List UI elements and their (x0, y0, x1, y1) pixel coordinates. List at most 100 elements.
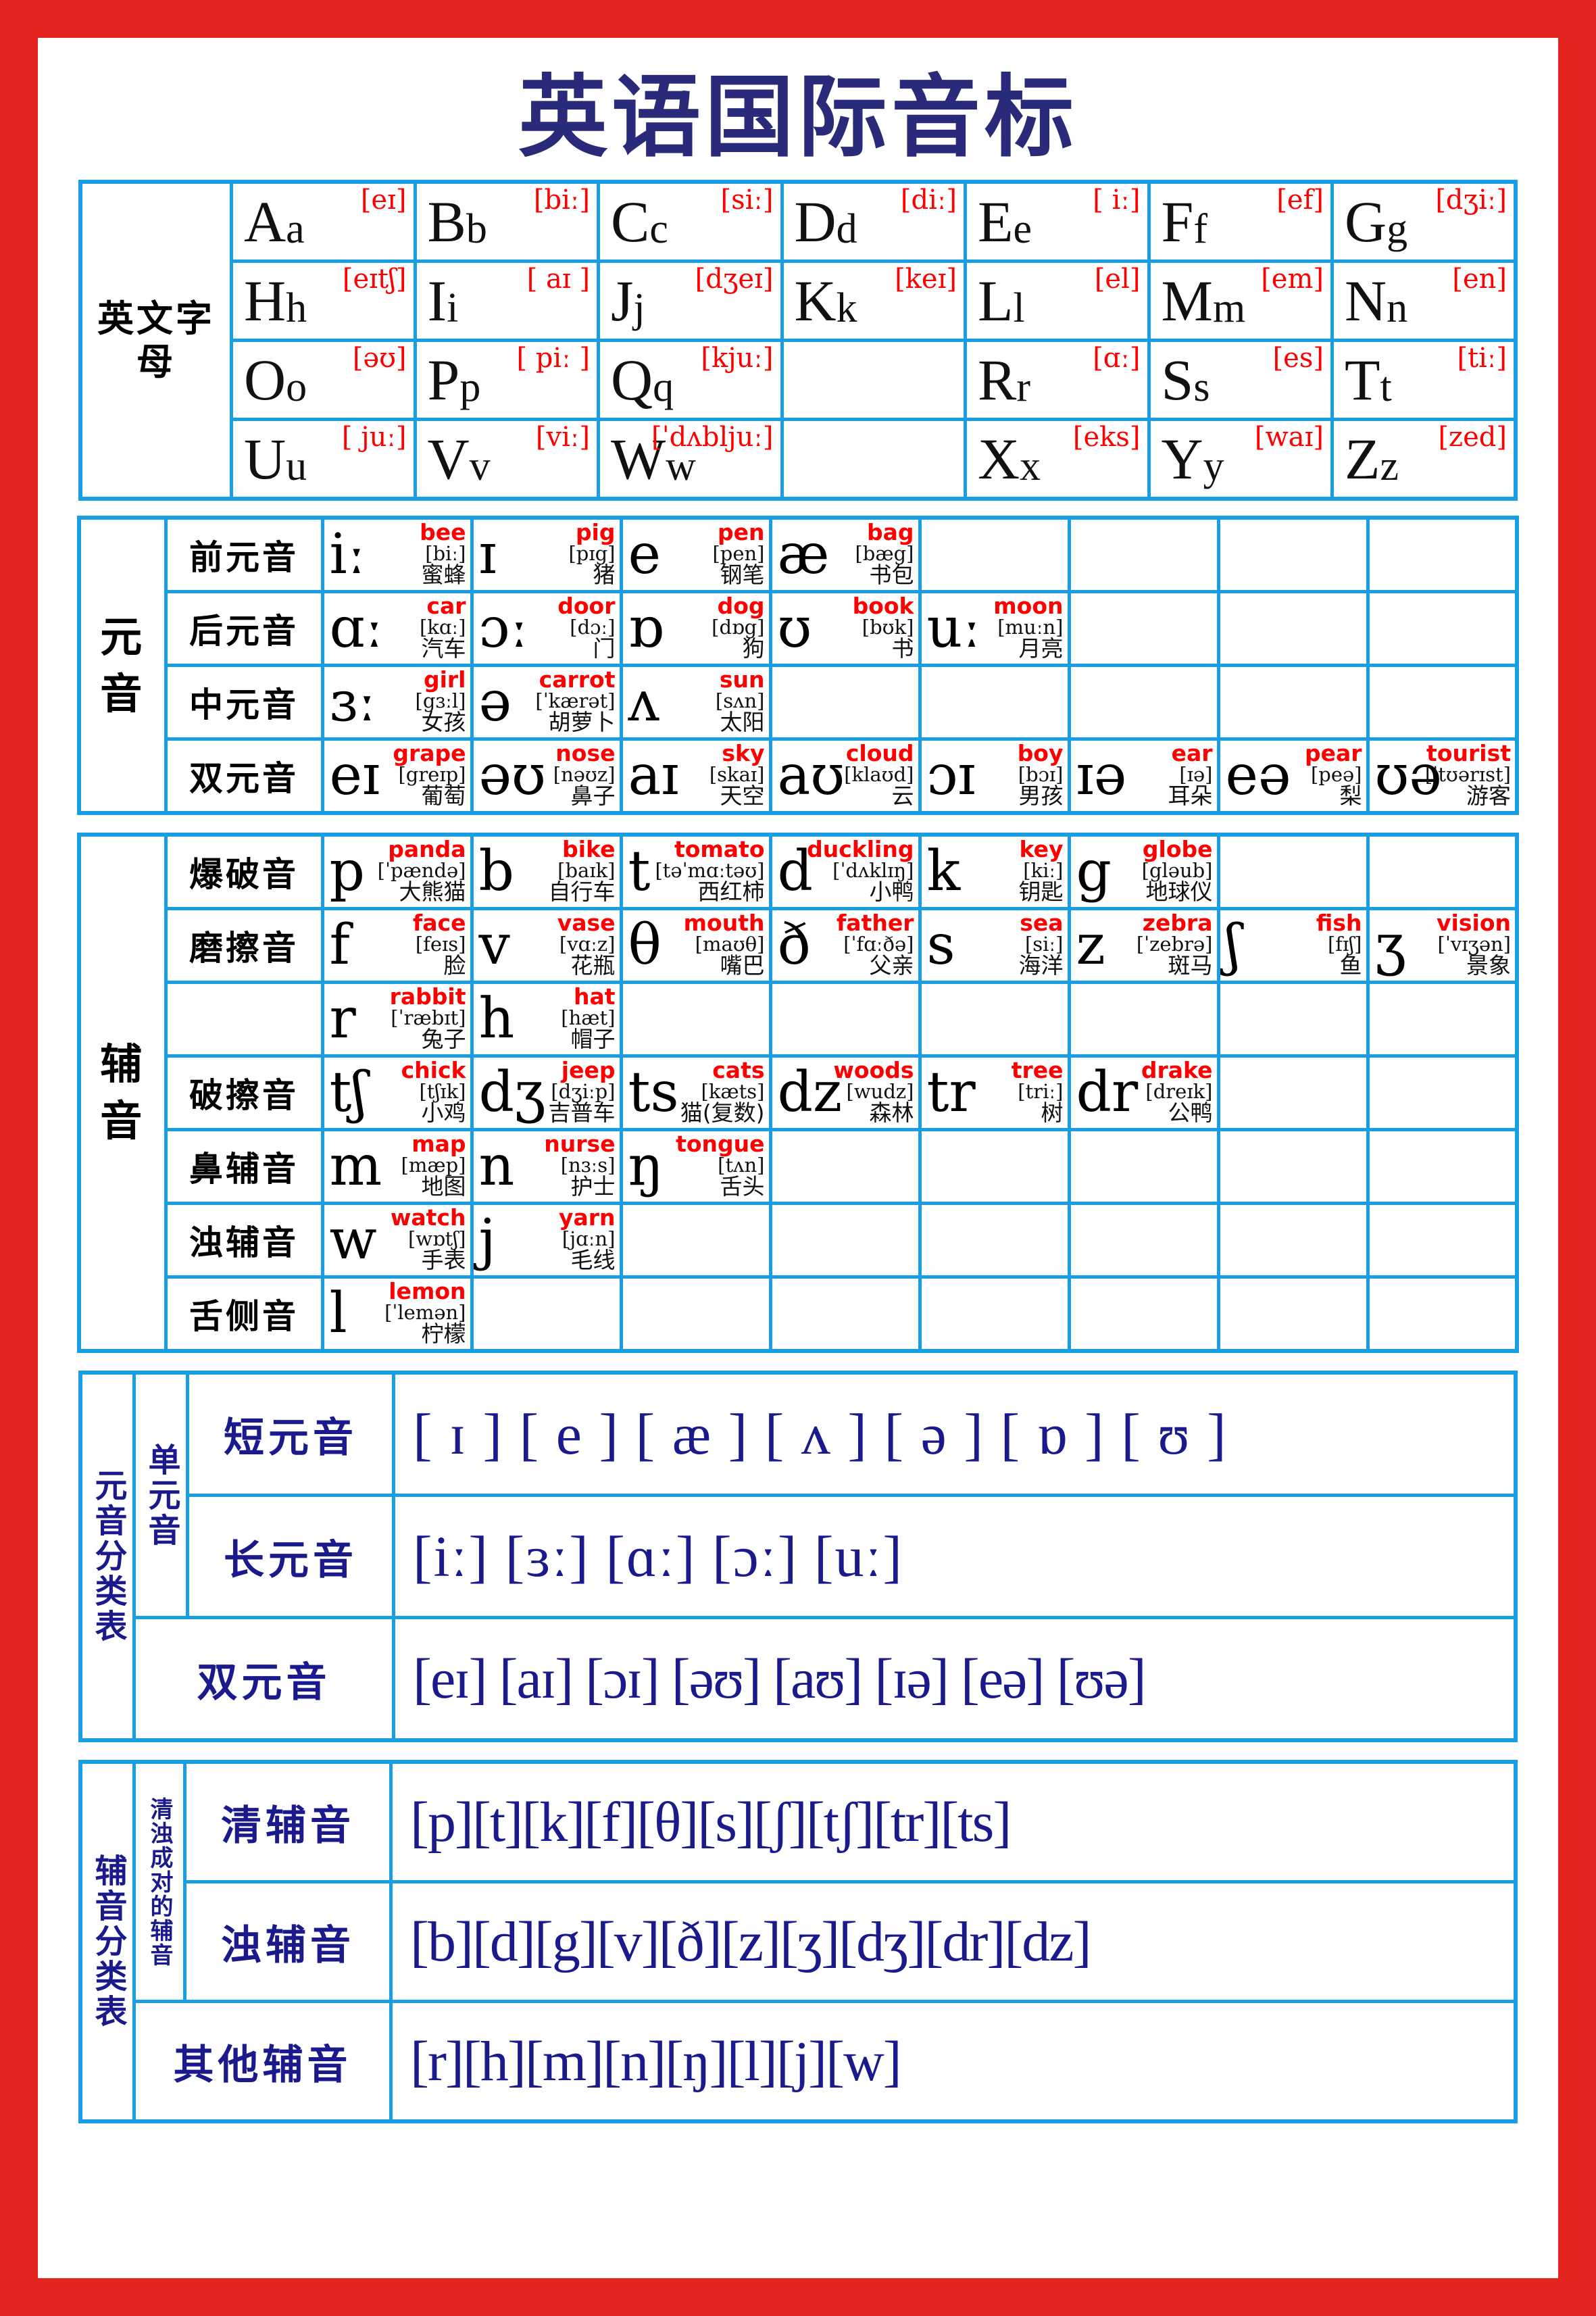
sound-cell[interactable]: ɑː car [kɑː] 汽车 (320, 590, 474, 667)
example-translation: 公鸭 (1168, 1100, 1213, 1127)
sound-cell[interactable]: ʒ vision [ˈvɪʒən] 景象 (1366, 907, 1519, 984)
example-translation: 钢笔 (720, 562, 765, 589)
sound-cell[interactable]: aɪ sky [skaɪ] 天空 (619, 737, 772, 815)
long-vowel-label: 长元音 (186, 1494, 395, 1619)
alphabet-cell[interactable]: Aa [eɪ] (230, 180, 417, 263)
example-translation: 月亮 (1018, 635, 1064, 662)
sound-cell[interactable]: dr drake [dreɪk] 公鸭 (1067, 1054, 1220, 1131)
sound-cell[interactable]: l lemon [ˈlemən] 柠檬 (320, 1275, 474, 1353)
alphabet-cell[interactable]: Uu [ juː] (230, 418, 417, 501)
sound-example: key [kiː] 钥匙 (1019, 838, 1064, 904)
alphabet-letter: Cc (611, 189, 668, 254)
sound-cell[interactable]: j yarn [jɑːn] 毛线 (470, 1202, 623, 1279)
alphabet-cell[interactable]: Nn [en] (1330, 260, 1518, 342)
alphabet-letter: Bb (427, 189, 487, 254)
sound-cell[interactable]: n nurse [nɜːs] 护士 (470, 1128, 623, 1205)
sound-cell[interactable]: g globe [gləub] 地球仪 (1067, 833, 1220, 910)
example-word: nose (555, 740, 616, 766)
vowel-classification-title: 元音分类表 (78, 1371, 136, 1742)
example-translation: 景象 (1466, 952, 1511, 979)
alphabet-cell[interactable]: Ss [es] (1147, 339, 1334, 421)
sound-cell[interactable]: tʃ chick [tʃɪk] 小鸡 (320, 1054, 474, 1131)
sound-cell[interactable]: dz woods [wudz] 森林 (768, 1054, 922, 1131)
example-translation: 鼻子 (570, 783, 616, 810)
sound-cell-empty (1366, 1054, 1519, 1131)
sound-cell[interactable]: m map [mæp] 地图 (320, 1128, 474, 1205)
alphabet-cell[interactable]: Gg [dʒiː] (1330, 180, 1518, 263)
sound-cell[interactable]: e pen [pen] 钢笔 (619, 516, 772, 593)
sound-cell[interactable]: w watch [wɒtʃ] 手表 (320, 1202, 474, 1279)
sound-row-label: 双元音 (164, 737, 324, 815)
sound-cell[interactable]: eə pear [peə] 梨 (1216, 737, 1370, 815)
example-phonetic: [skaɪ] (709, 762, 765, 786)
alphabet-cell[interactable]: Xx [eks] (964, 418, 1151, 501)
sound-cell[interactable]: d duckling [ˈdʌklɪŋ] 小鸭 (768, 833, 922, 910)
sound-cell[interactable]: uː moon [muːn] 月亮 (918, 590, 1071, 667)
sound-cell[interactable]: ɒ dog [dɒg] 狗 (619, 590, 772, 667)
alphabet-cell[interactable]: Ww [ˈdʌbljuː] (597, 418, 784, 501)
sound-cell[interactable]: iː bee [biː] 蜜蜂 (320, 516, 474, 593)
alphabet-cell[interactable]: Cc [siː] (597, 180, 784, 263)
alphabet-cell[interactable]: Bb [biː] (413, 180, 600, 263)
alphabet-cell[interactable]: Oo [əʊ] (230, 339, 417, 421)
sound-cell[interactable]: ʊə tourist [ˈtʊərɪst] 游客 (1366, 737, 1519, 815)
sound-cell[interactable]: ð father [ˈfɑːðə] 父亲 (768, 907, 922, 984)
alphabet-cell[interactable]: Ee [ iː] (964, 180, 1151, 263)
sound-cell[interactable]: eɪ grape [greɪp] 葡萄 (320, 737, 474, 815)
alphabet-ipa: [kjuː] (701, 343, 774, 374)
sound-cell[interactable]: ʃ fish [fɪʃ] 鱼 (1216, 907, 1370, 984)
example-translation: 游客 (1466, 783, 1511, 810)
sound-cell[interactable]: ɜː girl [gɜːl] 女孩 (320, 664, 474, 741)
alphabet-letter: Ee (978, 189, 1032, 254)
alphabet-cell[interactable]: Jj [dʒeɪ] (597, 260, 784, 342)
alphabet-cell[interactable]: Mm [em] (1147, 260, 1334, 342)
example-phonetic: [pɪg] (568, 541, 616, 565)
alphabet-cell[interactable]: Ii [ aɪ ] (413, 260, 600, 342)
sound-cell[interactable]: ts cats [kæts] 猫(复数) (619, 1054, 772, 1131)
sound-cell[interactable]: k key [kiː] 钥匙 (918, 833, 1071, 910)
alphabet-cell[interactable]: Tt [tiː] (1330, 339, 1518, 421)
alphabet-cell[interactable]: Dd [diː] (780, 180, 967, 263)
alphabet-cell[interactable]: Vv [viː] (413, 418, 600, 501)
sound-cell[interactable]: t tomato [təˈmɑːtəʊ] 西红柿 (619, 833, 772, 910)
sound-cell[interactable]: s sea [siː] 海洋 (918, 907, 1071, 984)
sound-cell[interactable]: ŋ tongue [tʌn] 舌头 (619, 1128, 772, 1205)
sound-cell[interactable]: v vase [vɑːz] 花瓶 (470, 907, 623, 984)
example-word: hat (573, 983, 616, 1010)
example-word: chick (401, 1057, 466, 1083)
ipa-symbol: aʊ (777, 743, 845, 808)
example-translation: 猫(复数) (680, 1100, 765, 1127)
alphabet-cell[interactable]: Rr [ɑː] (964, 339, 1151, 421)
sound-cell[interactable]: f face [feɪs] 脸 (320, 907, 474, 984)
sound-example: father [ˈfɑːðə] 父亲 (837, 912, 914, 977)
sound-cell[interactable]: ɪ pig [pɪg] 猪 (470, 516, 623, 593)
sound-cell[interactable]: p panda [ˈpændə] 大熊猫 (320, 833, 474, 910)
alphabet-cell[interactable]: Ff [ef] (1147, 180, 1334, 263)
sound-cell[interactable]: ʌ sun [sʌn] 太阳 (619, 664, 772, 741)
alphabet-cell[interactable]: Yy [waɪ] (1147, 418, 1334, 501)
sound-cell[interactable]: ɪə ear [ɪə] 耳朵 (1067, 737, 1220, 815)
sound-cell[interactable]: r rabbit [ˈræbɪt] 兔子 (320, 981, 474, 1058)
sound-cell[interactable]: ɔː door [dɔː] 门 (470, 590, 623, 667)
alphabet-cell[interactable]: Hh [eɪtʃ] (230, 260, 417, 342)
ipa-symbol: əʊ (478, 743, 546, 808)
alphabet-cell[interactable]: Pp [ piː ] (413, 339, 600, 421)
alphabet-cell[interactable]: Ll [el] (964, 260, 1151, 342)
sound-cell[interactable]: θ mouth [maʊθ] 嘴巴 (619, 907, 772, 984)
sound-cell[interactable]: ɔɪ boy [bɔɪ] 男孩 (918, 737, 1071, 815)
sound-cell[interactable]: ə carrot [ˈkærət] 胡萝卜 (470, 664, 623, 741)
sound-cell[interactable]: b bike [baɪk] 自行车 (470, 833, 623, 910)
example-translation: 汽车 (421, 635, 466, 662)
sound-cell[interactable]: tr tree [triː] 树 (918, 1054, 1071, 1131)
alphabet-cell[interactable]: Qq [kjuː] (597, 339, 784, 421)
sound-cell[interactable]: z zebra [ˈzebrə] 斑马 (1067, 907, 1220, 984)
alphabet-cell[interactable]: Kk [keɪ] (780, 260, 967, 342)
alphabet-cell[interactable]: Zz [zed] (1330, 418, 1518, 501)
sound-cell[interactable]: h hat [hæt] 帽子 (470, 981, 623, 1058)
sound-cell[interactable]: ʊ book [bʊk] 书 (768, 590, 922, 667)
sound-cell[interactable]: əʊ nose [nəʊz] 鼻子 (470, 737, 623, 815)
sound-cell[interactable]: æ bag [bæg] 书包 (768, 516, 922, 593)
sound-cell[interactable]: dʒ jeep [dʒiːp] 吉普车 (470, 1054, 623, 1131)
sound-example: sea [siː] 海洋 (1019, 912, 1064, 977)
sound-cell[interactable]: aʊ cloud [klaʊd] 云 (768, 737, 922, 815)
